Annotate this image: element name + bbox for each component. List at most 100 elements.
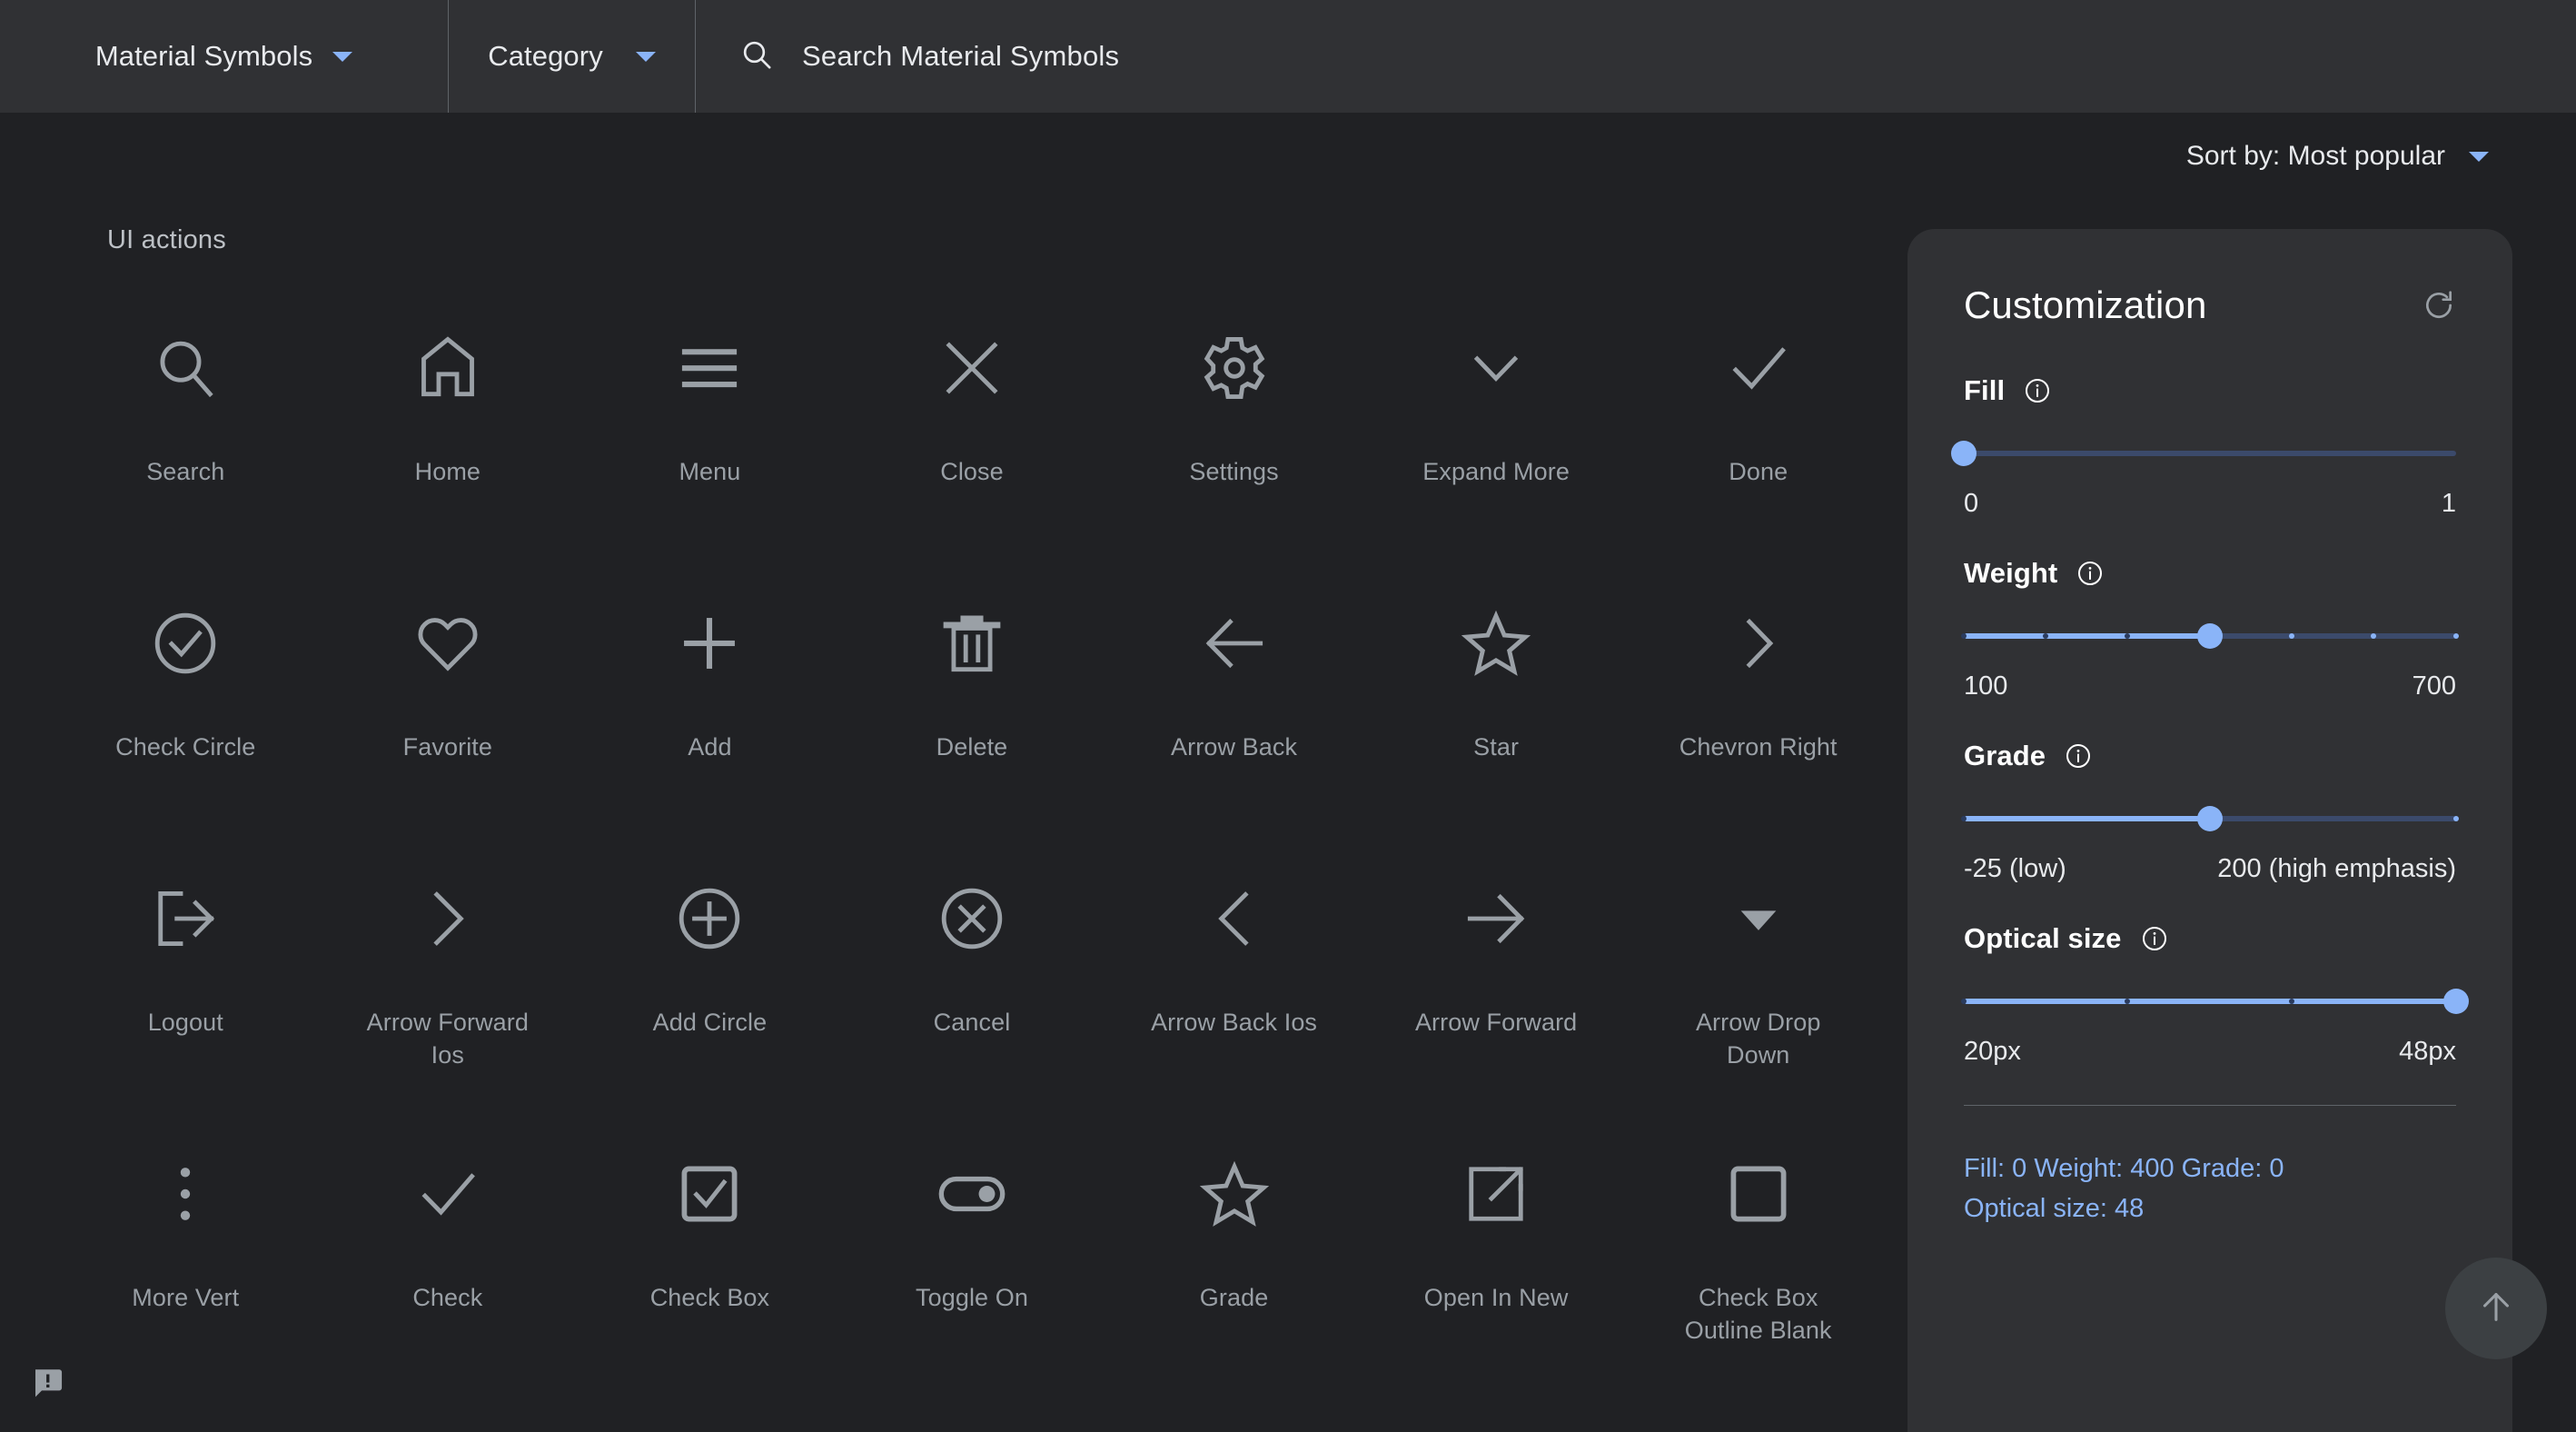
slider-fill[interactable] bbox=[1951, 441, 2456, 466]
icon-cell[interactable]: Open In New bbox=[1365, 1126, 1628, 1401]
icon-label: More Vert bbox=[132, 1284, 240, 1311]
icon-label: Check Circle bbox=[115, 733, 256, 761]
refresh-icon[interactable] bbox=[2422, 288, 2456, 323]
chevron-down-icon bbox=[2469, 151, 2489, 162]
arrow-back-icon bbox=[1195, 575, 1273, 711]
icon-cell[interactable]: Close bbox=[841, 300, 1104, 575]
slider-max-label: 48px bbox=[2399, 1037, 2456, 1066]
slider-track bbox=[1964, 451, 2456, 456]
slider-min-label: -25 (low) bbox=[1964, 854, 2066, 883]
icon-cell[interactable]: Favorite bbox=[317, 575, 580, 850]
icon-cell[interactable]: Check Box bbox=[579, 1126, 841, 1401]
icon-label: Check Box Outline Blank bbox=[1684, 1284, 1832, 1344]
search-bar[interactable] bbox=[696, 0, 2576, 113]
slider-range-labels: 100 700 bbox=[1964, 671, 2456, 701]
arrow-drop-down-icon bbox=[1719, 850, 1798, 987]
slider-grade[interactable] bbox=[1961, 806, 2459, 831]
slider-fill bbox=[1964, 633, 2210, 639]
icon-cell[interactable]: Cancel bbox=[841, 850, 1104, 1126]
icon-cell[interactable]: Delete bbox=[841, 575, 1104, 850]
slider-max-label: 1 bbox=[2441, 489, 2456, 518]
scroll-to-top-button[interactable] bbox=[2445, 1258, 2547, 1359]
icon-label: Arrow Back bbox=[1171, 733, 1298, 761]
icon-label: Add Circle bbox=[652, 1009, 768, 1036]
slider-tick bbox=[2288, 999, 2294, 1004]
control-weight: Weight 100 700 bbox=[1961, 557, 2459, 701]
collection-dropdown[interactable]: Material Symbols bbox=[0, 0, 449, 113]
info-icon[interactable] bbox=[2076, 559, 2105, 588]
arrow-forward-icon bbox=[1457, 850, 1535, 987]
icon-label: Menu bbox=[679, 458, 741, 485]
icon-cell[interactable]: Arrow Forward Ios bbox=[317, 850, 580, 1126]
slider-optical-size[interactable] bbox=[1961, 989, 2469, 1014]
icon-cell[interactable]: Grade bbox=[1103, 1126, 1365, 1401]
icon-cell[interactable]: Arrow Drop Down bbox=[1627, 850, 1889, 1126]
icon-cell[interactable]: Search bbox=[54, 300, 317, 575]
control-header: Fill bbox=[1964, 374, 2456, 407]
slider-weight[interactable] bbox=[1961, 623, 2459, 649]
controls-list: Fill 0 1 Weight 100 700 Grade -25 (low) 200 (hig… bbox=[1951, 374, 2469, 1067]
check-box-outline-blank-icon bbox=[1719, 1126, 1798, 1262]
panel-header: Customization bbox=[1964, 283, 2456, 327]
icon-cell[interactable]: More Vert bbox=[54, 1126, 317, 1401]
icon-label: Delete bbox=[936, 733, 1008, 761]
icon-cell[interactable]: Logout bbox=[54, 850, 317, 1126]
slider-thumb[interactable] bbox=[1951, 441, 1977, 466]
add-circle-icon bbox=[670, 850, 748, 987]
control-header: Optical size bbox=[1964, 922, 2456, 955]
slider-fill bbox=[1964, 999, 2456, 1004]
icon-cell[interactable]: Check bbox=[317, 1126, 580, 1401]
icon-label: Logout bbox=[147, 1009, 223, 1036]
icon-cell[interactable]: Add bbox=[579, 575, 841, 850]
control-header: Grade bbox=[1964, 740, 2456, 772]
slider-max-label: 700 bbox=[2412, 671, 2456, 701]
slider-min-label: 0 bbox=[1964, 489, 1979, 518]
icon-cell[interactable]: Settings bbox=[1103, 300, 1365, 575]
icon-cell[interactable]: Check Box Outline Blank bbox=[1627, 1126, 1889, 1401]
icon-cell[interactable]: Check Circle bbox=[54, 575, 317, 850]
icon-cell[interactable]: Arrow Back Ios bbox=[1103, 850, 1365, 1126]
section-title: UI actions bbox=[107, 225, 226, 254]
control-label: Grade bbox=[1964, 740, 2046, 771]
panel-title: Customization bbox=[1964, 283, 2207, 326]
control-label: Fill bbox=[1964, 374, 2006, 406]
chevron-down-icon bbox=[332, 51, 353, 62]
close-icon bbox=[933, 300, 1011, 436]
summary-line-1: Fill: 0 Weight: 400 Grade: 0 bbox=[1964, 1154, 2284, 1183]
check-icon bbox=[409, 1126, 487, 1262]
variable-settings-summary: Fill: 0 Weight: 400 Grade: 0 Optical siz… bbox=[1964, 1149, 2456, 1228]
favorite-heart-icon bbox=[409, 575, 487, 711]
icon-cell[interactable]: Arrow Forward bbox=[1365, 850, 1628, 1126]
slider-thumb[interactable] bbox=[2443, 989, 2469, 1014]
slider-tick bbox=[2042, 633, 2048, 639]
icon-cell[interactable]: Toggle On bbox=[841, 1126, 1104, 1401]
icon-cell[interactable]: Add Circle bbox=[579, 850, 841, 1126]
check-box-icon bbox=[670, 1126, 748, 1262]
customization-panel: Customization Fill 0 1 Weight 100 700 Grade -25… bbox=[1907, 229, 2512, 1432]
info-icon[interactable] bbox=[2140, 924, 2169, 953]
icon-label: Star bbox=[1473, 733, 1520, 761]
icon-cell[interactable]: Arrow Back bbox=[1103, 575, 1365, 850]
logout-icon bbox=[146, 850, 224, 987]
slider-range-labels: 01 bbox=[1964, 489, 2456, 519]
icon-label: Favorite bbox=[402, 733, 493, 761]
icon-cell[interactable]: Menu bbox=[579, 300, 841, 575]
icon-cell[interactable]: Home bbox=[317, 300, 580, 575]
icon-label: Settings bbox=[1189, 458, 1279, 485]
slider-thumb[interactable] bbox=[2197, 623, 2223, 649]
icon-cell[interactable]: Done bbox=[1627, 300, 1889, 575]
category-dropdown[interactable]: Category bbox=[449, 0, 696, 113]
info-icon[interactable] bbox=[2023, 376, 2052, 405]
slider-thumb[interactable] bbox=[2197, 806, 2223, 831]
control-grade: Grade -25 (low) 200 (high emphasis) bbox=[1961, 740, 2459, 884]
category-label: Category bbox=[488, 40, 603, 72]
slider-tick bbox=[2371, 633, 2377, 639]
search-input[interactable] bbox=[802, 40, 1620, 73]
icon-cell[interactable]: Star bbox=[1365, 575, 1628, 850]
icon-cell[interactable]: Chevron Right bbox=[1627, 575, 1889, 850]
icon-cell[interactable]: Expand More bbox=[1365, 300, 1628, 575]
info-icon[interactable] bbox=[2064, 741, 2093, 771]
control-header: Weight bbox=[1964, 557, 2456, 590]
sort-by-dropdown[interactable]: Sort by: Most popular bbox=[2186, 141, 2489, 172]
feedback-button[interactable] bbox=[29, 1365, 67, 1403]
